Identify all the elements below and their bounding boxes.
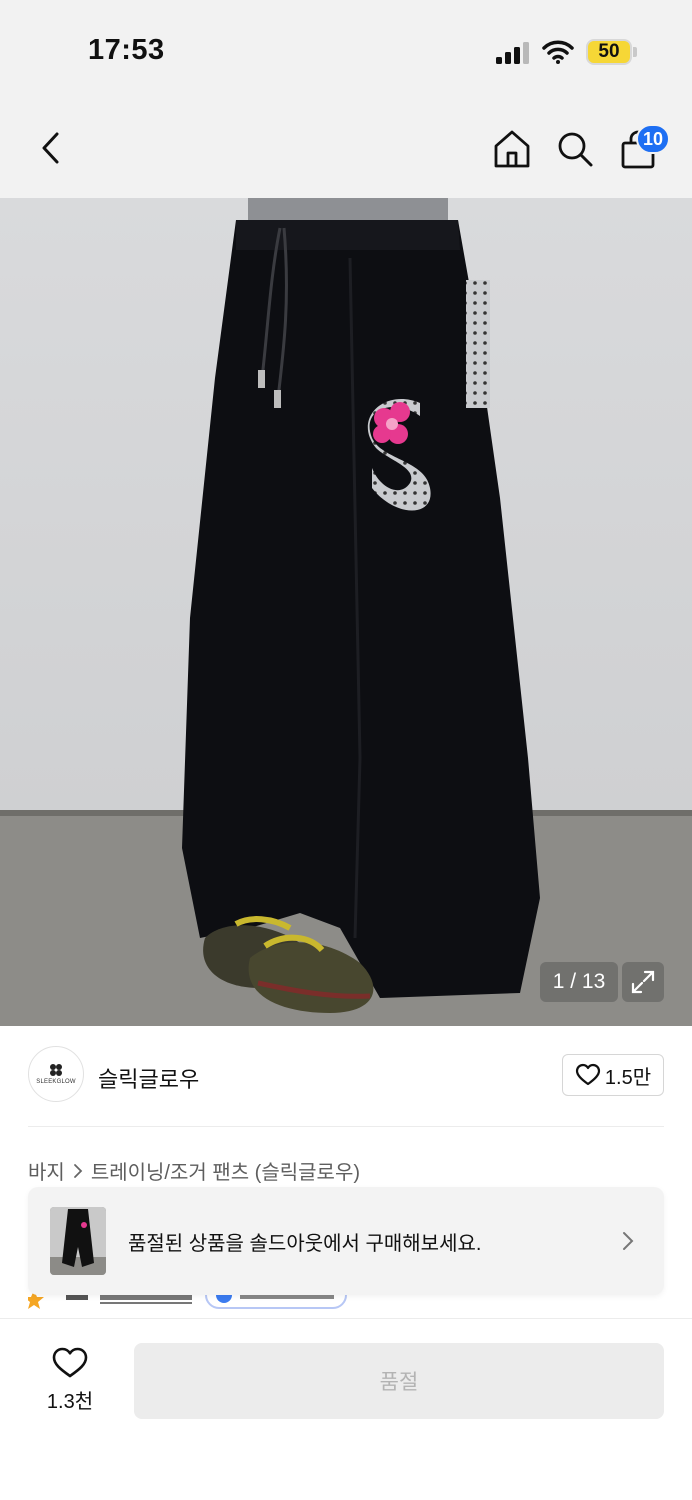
brand-like-button[interactable]: 1.5만: [562, 1054, 664, 1096]
signal-icon: [496, 42, 529, 64]
wishlist-button[interactable]: 1.3천: [40, 1347, 100, 1417]
battery-level: 50: [598, 41, 620, 62]
top-nav-bar: [0, 98, 692, 198]
battery-cap: [633, 47, 637, 57]
brand-logo-text: SLEEKGLOW: [36, 1079, 76, 1085]
expand-button[interactable]: [622, 962, 664, 1002]
divider: [28, 1126, 664, 1127]
wishlist-count: 1.3천: [46, 1391, 94, 1413]
breadcrumb-category[interactable]: 바지: [28, 1156, 65, 1185]
brand-logo[interactable]: SLEEKGLOW: [28, 1046, 84, 1102]
brand-like-count: 1.5만: [604, 1066, 652, 1089]
soldout-banner[interactable]: 품절된 상품을 솔드아웃에서 구매해보세요.: [28, 1187, 664, 1295]
brand-name[interactable]: 슬릭글로우: [98, 1062, 199, 1094]
product-photo: [0, 198, 692, 1026]
heart-icon: [575, 1063, 600, 1086]
chevron-right-icon: [623, 1232, 634, 1250]
battery-icon: 50: [586, 39, 632, 65]
search-icon: [558, 132, 593, 167]
home-icon: [494, 130, 530, 168]
heart-icon: [52, 1347, 88, 1378]
search-button[interactable]: [555, 128, 595, 170]
expand-icon: [631, 970, 655, 994]
product-image[interactable]: [0, 198, 692, 1026]
brand-row: SLEEKGLOW 슬릭글로우 1.5만: [0, 1026, 692, 1126]
breadcrumb-subcategory[interactable]: 트레이닝/조거 팬츠 (슬릭글로우): [91, 1156, 360, 1185]
image-counter: 1 / 13: [540, 962, 618, 1002]
home-button[interactable]: [492, 128, 532, 170]
status-time: 17:53: [88, 34, 165, 66]
soldout-banner-text: 품절된 상품을 솔드아웃에서 구매해보세요.: [128, 1233, 482, 1255]
soldout-button[interactable]: 품절: [134, 1343, 664, 1419]
product-thumbnail: [50, 1207, 106, 1275]
bottom-action-bar: 1.3천 품절: [0, 1318, 692, 1500]
status-bar: 17:53 50: [0, 0, 692, 98]
product-thumbnail-image: [50, 1207, 106, 1275]
back-button[interactable]: [32, 128, 68, 168]
breadcrumb: 바지 트레이닝/조거 팬츠 (슬릭글로우): [28, 1156, 360, 1185]
brand-flower-icon: [50, 1064, 62, 1076]
wifi-icon: [542, 40, 574, 64]
cart-badge: 10: [636, 124, 670, 154]
chevron-right-icon: [73, 1163, 83, 1178]
back-icon: [42, 132, 59, 164]
